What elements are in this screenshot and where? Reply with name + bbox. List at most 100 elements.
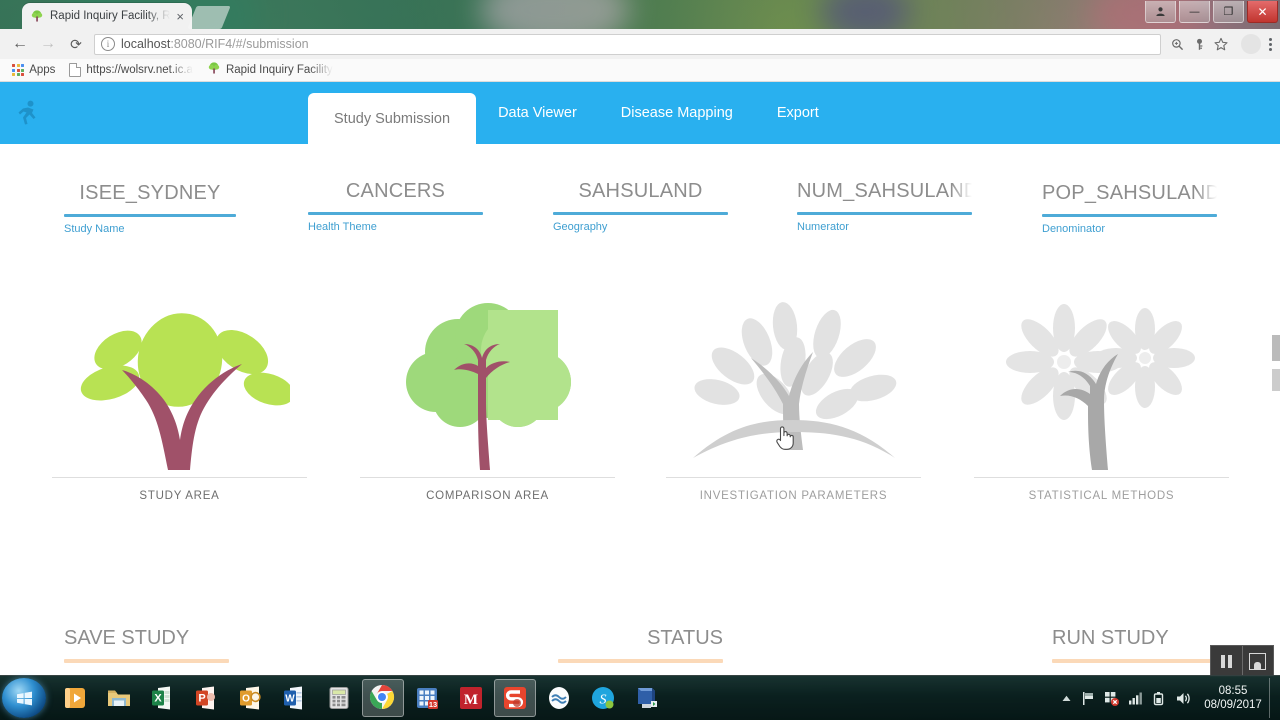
field-geography-label: Geography — [553, 221, 608, 233]
tab-disease-mapping-label: Disease Mapping — [620, 105, 733, 121]
reload-button[interactable]: ⟳ — [62, 30, 90, 58]
card-comparison-area[interactable]: COMPARISON AREA — [360, 297, 615, 502]
window-controls: — ❐ ✕ — [1142, 1, 1278, 23]
skype-icon: S — [589, 684, 617, 712]
clock-date: 08/09/2017 — [1204, 699, 1262, 711]
volume-icon[interactable] — [1175, 691, 1191, 706]
status-button[interactable]: STATUS — [558, 627, 723, 663]
user-switch-button[interactable] — [1145, 1, 1176, 23]
chrome-menu-button[interactable] — [1267, 37, 1280, 51]
power-icon[interactable] — [1152, 691, 1166, 706]
tree-icon — [207, 61, 221, 80]
taskbar-calendar[interactable]: 13 — [406, 679, 448, 717]
field-numerator[interactable]: NUM_SAHSULAND Numerator — [797, 180, 972, 233]
bookmark-wolsrv[interactable]: https://wolsrv.net.ic.a — [69, 63, 193, 77]
stop-icon — [1249, 652, 1267, 670]
start-button[interactable] — [2, 678, 46, 718]
windows-taskbar: X P O W 13 M S 08:55 08/09/2017 — [0, 675, 1280, 720]
field-underline — [308, 212, 483, 215]
field-health-theme-value: CANCERS — [345, 180, 446, 202]
close-button[interactable]: ✕ — [1247, 1, 1278, 23]
field-numerator-value: NUM_SAHSULAND — [797, 180, 972, 202]
action-center-icon[interactable] — [1081, 691, 1095, 706]
show-desktop-button[interactable] — [1269, 678, 1280, 718]
chevron-up-icon — [1062, 695, 1071, 701]
chrome-browser-window: Rapid Inquiry Facility, RIF × — ❐ ✕ ← → … — [0, 0, 1280, 676]
save-study-button[interactable]: SAVE STUDY — [64, 627, 229, 663]
taskbar-powerpoint[interactable]: P — [186, 679, 228, 717]
pause-icon — [1220, 654, 1232, 668]
field-underline — [797, 212, 972, 215]
taskbar-excel[interactable]: X — [142, 679, 184, 717]
taskbar-explorer[interactable] — [98, 679, 140, 717]
run-study-button[interactable]: RUN STUDY — [1052, 627, 1217, 663]
tab-study-submission-label: Study Submission — [334, 110, 451, 127]
taskbar-outlook[interactable]: O — [230, 679, 272, 717]
taskbar-mendeley[interactable]: M — [450, 679, 492, 717]
toolbar-icon-group — [1167, 34, 1235, 54]
bookmark-wolsrv-label: https://wolsrv.net.ic.a — [86, 64, 193, 76]
taskbar-chrome[interactable] — [362, 679, 404, 717]
taskbar-calculator[interactable] — [318, 679, 360, 717]
safety-icon[interactable] — [1104, 691, 1119, 706]
taskbar-endnote[interactable] — [538, 679, 580, 717]
tab-export[interactable]: Export — [755, 82, 841, 144]
taskbar-media-player[interactable] — [54, 679, 96, 717]
card-statistical-methods[interactable]: STATISTICAL METHODS — [974, 297, 1229, 502]
minimize-button[interactable]: — — [1179, 1, 1210, 23]
svg-text:S: S — [600, 693, 607, 708]
taskbar-word[interactable]: W — [274, 679, 316, 717]
system-tray — [1061, 691, 1197, 706]
close-icon[interactable]: × — [176, 10, 184, 23]
apps-shortcut[interactable]: Apps — [12, 63, 56, 77]
profile-avatar[interactable] — [1241, 34, 1261, 54]
field-underline — [1042, 214, 1217, 217]
field-geography[interactable]: SAHSULAND Geography — [553, 180, 728, 233]
network-icon[interactable] — [1128, 691, 1143, 705]
pause-button[interactable] — [1211, 646, 1242, 676]
key-icon[interactable] — [1189, 34, 1209, 54]
svg-text:13: 13 — [429, 700, 437, 709]
excel-icon: X — [149, 684, 177, 712]
info-icon[interactable]: i — [101, 37, 115, 51]
card-divider — [974, 477, 1229, 478]
back-button[interactable]: ← — [6, 30, 34, 58]
tab-study-submission[interactable]: Study Submission — [308, 93, 477, 144]
clock-time: 08:55 — [1218, 684, 1248, 697]
show-hidden-icons-button[interactable] — [1061, 694, 1072, 703]
tab-disease-mapping[interactable]: Disease Mapping — [599, 82, 755, 144]
field-health-theme[interactable]: CANCERS Health Theme — [308, 180, 483, 233]
field-study-name[interactable]: ISEE_SYDNEY Study Name — [64, 182, 236, 235]
tab-export-label: Export — [776, 105, 819, 121]
runner-icon[interactable] — [10, 96, 44, 130]
tab-data-viewer[interactable]: Data Viewer — [476, 82, 599, 144]
taskbar-clock[interactable]: 08:55 08/09/2017 — [1197, 684, 1269, 713]
bookmark-star-icon[interactable] — [1211, 34, 1231, 54]
windows-logo-icon — [16, 691, 32, 705]
taskbar-camtasia[interactable] — [494, 679, 536, 717]
svg-text:P: P — [198, 693, 205, 705]
status-underline — [558, 659, 723, 663]
maximize-button[interactable]: ❐ — [1213, 1, 1244, 23]
bookmark-rif[interactable]: Rapid Inquiry Facility — [207, 61, 333, 80]
card-investigation-parameters-label: INVESTIGATION PARAMETERS — [699, 490, 888, 502]
taskbar-remote[interactable] — [626, 679, 668, 717]
rif-web-page: Study Submission Data Viewer Disease Map… — [0, 82, 1280, 676]
new-tab-button[interactable] — [187, 6, 231, 29]
apps-shortcut-label: Apps — [29, 64, 56, 76]
field-numerator-label: Numerator — [797, 221, 849, 233]
card-investigation-parameters[interactable]: INVESTIGATION PARAMETERS — [666, 297, 921, 502]
field-underline — [553, 212, 728, 215]
taskbar-skype[interactable]: S — [582, 679, 624, 717]
card-divider — [666, 477, 921, 478]
forward-button[interactable]: → — [34, 30, 62, 58]
browser-tab[interactable]: Rapid Inquiry Facility, RIF × — [22, 3, 192, 29]
card-study-area[interactable]: STUDY AREA — [52, 297, 307, 502]
zoom-icon[interactable] — [1167, 34, 1187, 54]
url-host: localhost — [121, 37, 171, 51]
address-bar[interactable]: i localhost:8080/RIF4/#/submission — [94, 33, 1161, 55]
tree-icon — [30, 9, 44, 23]
chrome-icon — [369, 684, 397, 712]
field-denominator[interactable]: POP_SAHSULAND Denominator — [1042, 182, 1217, 235]
stop-button[interactable] — [1241, 646, 1274, 676]
